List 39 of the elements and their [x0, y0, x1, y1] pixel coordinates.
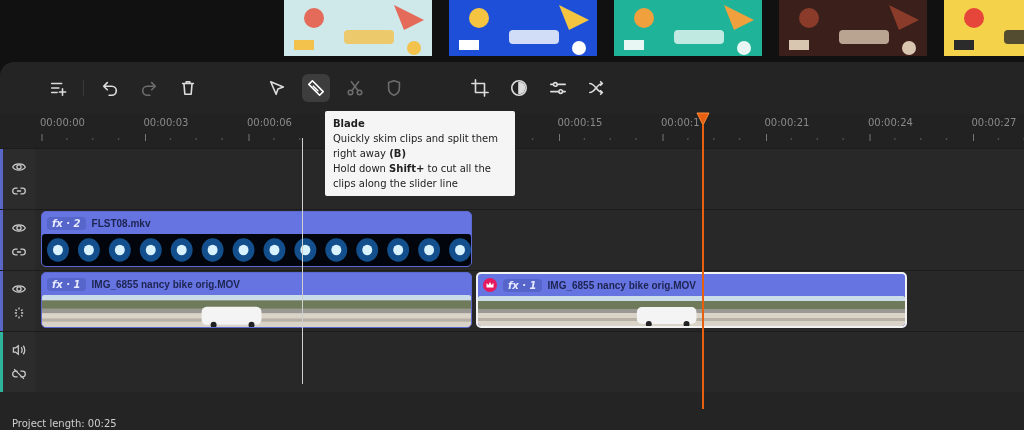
scissors-icon — [346, 79, 364, 97]
cursor-icon — [268, 79, 286, 97]
time-label: 00:00:27 — [971, 117, 1017, 128]
blade-button[interactable] — [302, 74, 330, 102]
time-label: 00:00:1 — [661, 117, 700, 128]
tooltip-text: Quickly skim clips and split them right away (B) — [333, 132, 499, 161]
shuffle-icon — [588, 79, 606, 97]
time-label: 00:00:03 — [143, 117, 189, 128]
eye-icon[interactable] — [12, 160, 26, 174]
time-label: 00:00:24 — [868, 117, 913, 128]
effects-count: fx · 1 — [503, 278, 542, 292]
sliders-icon — [549, 79, 567, 97]
effects-count: fx · 1 — [47, 277, 86, 291]
contrast-icon — [510, 79, 528, 97]
video-clip[interactable]: fx · 1 IMG_6855 nancy bike orig.MOV — [476, 272, 907, 328]
unlink-icon[interactable] — [12, 367, 26, 381]
effects-count: fx · 2 — [47, 216, 86, 230]
clip-name: IMG_6855 nancy bike orig.MOV — [91, 278, 240, 290]
time-label: 00:00:06 — [247, 117, 292, 128]
video-clip[interactable]: fx · 1 IMG_6855 nancy bike orig.MOV — [41, 272, 472, 328]
tooltip-text: Hold down Shift+ to cut all the clips along the slider line — [333, 162, 492, 191]
project-length: Project length: 00:25 — [12, 418, 117, 429]
trash-icon — [179, 79, 197, 97]
time-label: 00:00:21 — [764, 117, 810, 128]
blade-icon — [307, 79, 325, 97]
eye-icon[interactable] — [12, 221, 26, 235]
eye-icon[interactable] — [12, 282, 26, 296]
shield-icon — [385, 79, 403, 97]
undo-icon — [101, 79, 119, 97]
clip-name: FLST08.mkv — [91, 217, 151, 229]
burst-icon[interactable] — [12, 306, 26, 320]
clip-name: IMG_6855 nancy bike orig.MOV — [547, 279, 696, 291]
crop-icon — [471, 79, 489, 97]
time-label: 00:00:15 — [557, 117, 603, 128]
time-label: 00:00:00 — [40, 117, 85, 128]
speaker-icon[interactable] — [12, 343, 26, 357]
tooltip-title: Blade — [333, 117, 366, 131]
redo-icon — [140, 79, 158, 97]
video-clip[interactable]: fx · 2 FLST08.mkv — [41, 211, 472, 267]
